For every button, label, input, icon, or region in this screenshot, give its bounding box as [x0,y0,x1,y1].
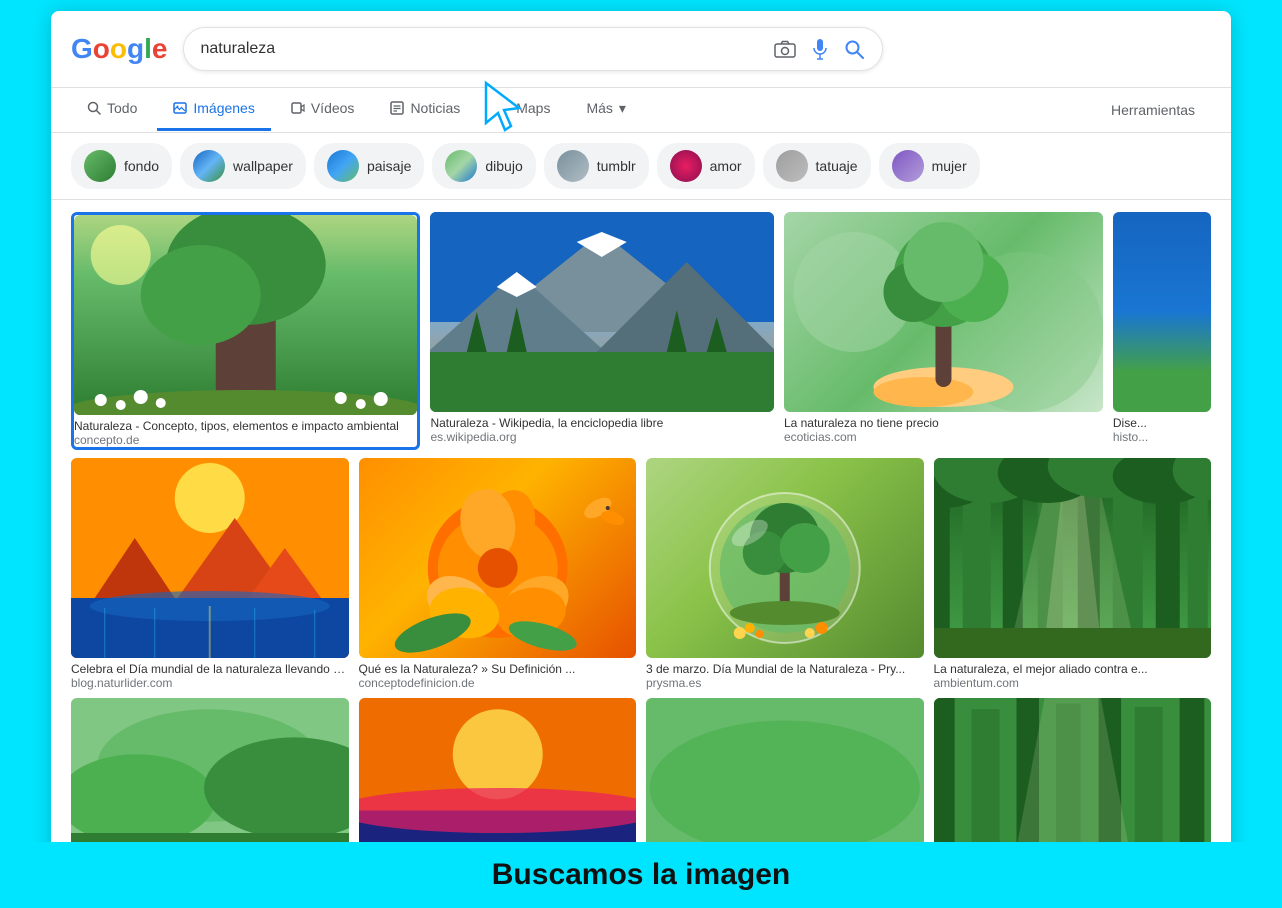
bottom-caption-text: Buscamos la imagen [492,858,790,891]
chevron-down-icon: ▾ [619,100,626,117]
image-thumb-8 [934,458,1212,658]
image-card-4[interactable]: Dise... histo... [1113,212,1211,450]
nature-image-5-svg [71,458,349,658]
image-source-1: concepto.de [74,433,417,447]
chip-mujer-thumb [892,150,924,182]
chip-dibujo[interactable]: dibujo [432,143,535,189]
image-caption-8: La naturaleza, el mejor aliado contra e.… [934,662,1212,676]
image-caption-4: Dise... [1113,416,1211,430]
chip-tumblr-thumb [557,150,589,182]
herramientas-button[interactable]: Herramientas [1095,94,1211,126]
nature-image-3-svg [784,212,1103,412]
nature-image-7-svg [646,458,924,658]
image-caption-6: Qué es la Naturaleza? » Su Definición ..… [359,662,637,676]
image-source-4: histo... [1113,430,1211,444]
chip-paisaje-thumb [327,150,359,182]
tab-mas[interactable]: Más ▾ [570,88,641,132]
image-card-7[interactable]: 3 de marzo. Día Mundial de la Naturaleza… [646,458,924,690]
browser-window: Google naturaleza [51,11,1231,898]
image-source-2: es.wikipedia.org [430,430,773,444]
google-logo: Google [71,33,167,65]
search-button[interactable] [842,37,866,61]
image-thumb-5 [71,458,349,658]
tab-imagenes[interactable]: Imágenes [157,88,270,131]
nav-tabs: Todo Imágenes Vídeos Noticias Maps Más ▾ [51,88,1231,133]
bottom-caption-container: Buscamos la imagen [0,842,1282,908]
tab-maps[interactable]: Maps [480,88,566,131]
nature-image-1-svg [74,215,417,415]
image-caption-7: 3 de marzo. Día Mundial de la Naturaleza… [646,662,924,676]
image-caption-1: Naturaleza - Concepto, tipos, elementos … [74,419,417,433]
chip-tatuaje-thumb [776,150,808,182]
search-icon [844,39,864,59]
image-card-5[interactable]: Celebra el Día mundial de la naturaleza … [71,458,349,690]
search-bar: naturaleza [183,27,883,71]
nature-image-6-svg [359,458,637,658]
search-icons [772,36,866,62]
image-card-3[interactable]: La naturaleza no tiene precio ecoticias.… [784,212,1103,450]
nature-image-2-svg [430,212,773,412]
image-thumb-2 [430,212,773,412]
nature-image-8-svg [934,458,1212,658]
image-caption-2: Naturaleza - Wikipedia, la enciclopedia … [430,416,773,430]
image-card-2[interactable]: Naturaleza - Wikipedia, la enciclopedia … [430,212,773,450]
image-card-6[interactable]: Qué es la Naturaleza? » Su Definición ..… [359,458,637,690]
chip-tumblr[interactable]: tumblr [544,143,649,189]
header: Google naturaleza [51,11,1231,88]
chip-amor-thumb [670,150,702,182]
tab-noticias[interactable]: Noticias [374,88,476,131]
image-thumb-3 [784,212,1103,412]
chip-mujer[interactable]: mujer [879,143,980,189]
image-thumb-1 [74,215,417,415]
news-tab-icon [390,101,404,115]
image-thumb-4 [1113,212,1211,412]
tab-videos[interactable]: Vídeos [275,88,371,131]
mic-icon [812,38,828,60]
image-row-1: Naturaleza - Concepto, tipos, elementos … [71,212,1211,450]
maps-tab-icon [496,101,510,115]
image-row-2: Celebra el Día mundial de la naturaleza … [71,458,1211,690]
chip-fondo-thumb [84,150,116,182]
image-source-3: ecoticias.com [784,430,1103,444]
image-thumb-6 [359,458,637,658]
image-card-1[interactable]: Naturaleza - Concepto, tipos, elementos … [71,212,420,450]
image-card-8[interactable]: La naturaleza, el mejor aliado contra e.… [934,458,1212,690]
image-caption-3: La naturaleza no tiene precio [784,416,1103,430]
images-tab-icon [173,101,187,115]
nav-area: Todo Imágenes Vídeos Noticias Maps Más ▾ [51,88,1231,133]
image-source-8: ambientum.com [934,676,1212,690]
image-source-7: prysma.es [646,676,924,690]
image-source-6: conceptodefinicion.de [359,676,637,690]
voice-search-button[interactable] [810,36,830,62]
chip-paisaje[interactable]: paisaje [314,143,424,189]
image-source-5: blog.naturlider.com [71,676,349,690]
image-thumb-7 [646,458,924,658]
chip-wallpaper-thumb [193,150,225,182]
chip-amor[interactable]: amor [657,143,755,189]
camera-icon [774,40,796,58]
camera-search-button[interactable] [772,38,798,60]
chip-fondo[interactable]: fondo [71,143,172,189]
video-tab-icon [291,101,305,115]
tab-todo[interactable]: Todo [71,88,153,131]
chip-wallpaper[interactable]: wallpaper [180,143,306,189]
image-caption-5: Celebra el Día mundial de la naturaleza … [71,662,349,676]
filter-chips: fondo wallpaper paisaje dibujo tumblr [51,133,1231,200]
chip-tatuaje[interactable]: tatuaje [763,143,871,189]
image-grid: Naturaleza - Concepto, tipos, elementos … [51,200,1231,898]
search-tab-icon [87,101,101,115]
search-input[interactable]: naturaleza [200,40,772,58]
chip-dibujo-thumb [445,150,477,182]
